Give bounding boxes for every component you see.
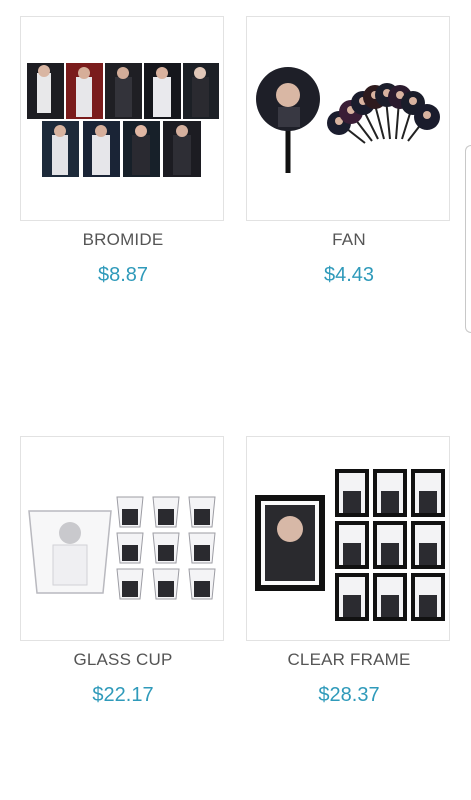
product-name[interactable]: GLASS CUP — [10, 650, 236, 670]
product-price: $8.87 — [97, 264, 149, 286]
glass-cup-photos — [28, 496, 216, 600]
bromide-photos — [27, 63, 219, 177]
product-image-bromide[interactable] — [20, 16, 224, 221]
product-name[interactable]: CLEAR FRAME — [236, 650, 462, 670]
clear-frame-photos — [255, 469, 445, 621]
fan-photos — [256, 67, 440, 173]
product-price: $22.17 — [92, 684, 154, 706]
product-image-fan[interactable] — [246, 16, 450, 221]
product-name[interactable]: BROMIDE — [10, 230, 236, 250]
product-name[interactable]: FAN — [236, 230, 462, 250]
scroll-handle[interactable] — [465, 145, 471, 333]
product-image-glass-cup[interactable] — [20, 436, 224, 641]
product-price: $28.37 — [318, 684, 380, 706]
product-price: $4.43 — [323, 264, 375, 286]
product-image-clear-frame[interactable] — [246, 436, 450, 641]
